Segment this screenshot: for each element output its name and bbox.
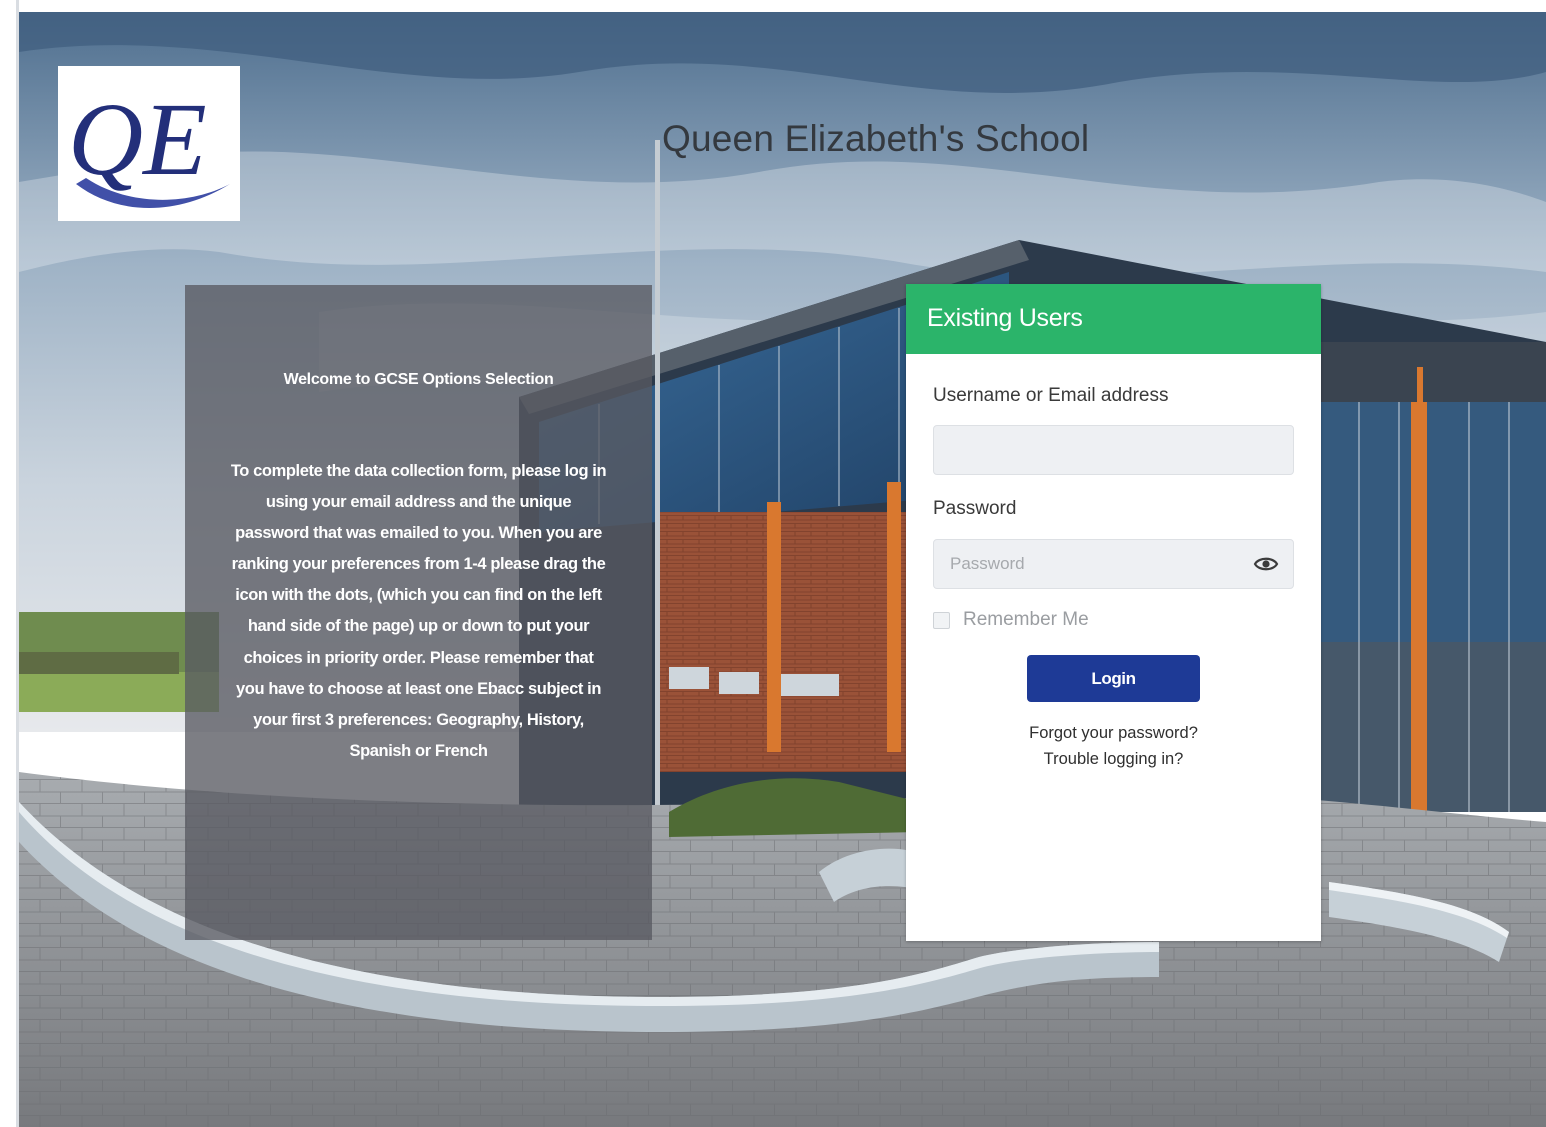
eye-icon[interactable] [1253,552,1279,576]
password-label: Password [933,498,1017,519]
remember-me-checkbox[interactable] [933,612,950,629]
password-input[interactable] [933,539,1294,589]
login-page: QE Queen Elizabeth's School Welcome to G… [0,0,1546,1127]
remember-me-label[interactable]: Remember Me [963,609,1089,631]
welcome-instructions: To complete the data collection form, pl… [230,462,607,760]
welcome-heading: Welcome to GCSE Options Selection [283,371,554,388]
page-title: Queen Elizabeth's School [662,118,1090,159]
login-button[interactable]: Login [1027,655,1200,702]
login-card-header: Existing Users [906,284,1321,354]
login-card-title: Existing Users [927,304,1083,332]
trouble-logging-in-link[interactable]: Trouble logging in? [906,750,1321,769]
username-input[interactable] [933,425,1294,475]
login-card: Existing Users Username or Email address… [906,284,1321,941]
username-label: Username or Email address [933,385,1169,406]
forgot-password-link[interactable]: Forgot your password? [906,724,1321,743]
logo-text: QE [68,82,207,197]
welcome-panel: Welcome to GCSE Options Selection To com… [185,285,652,940]
school-logo: QE [58,66,240,221]
